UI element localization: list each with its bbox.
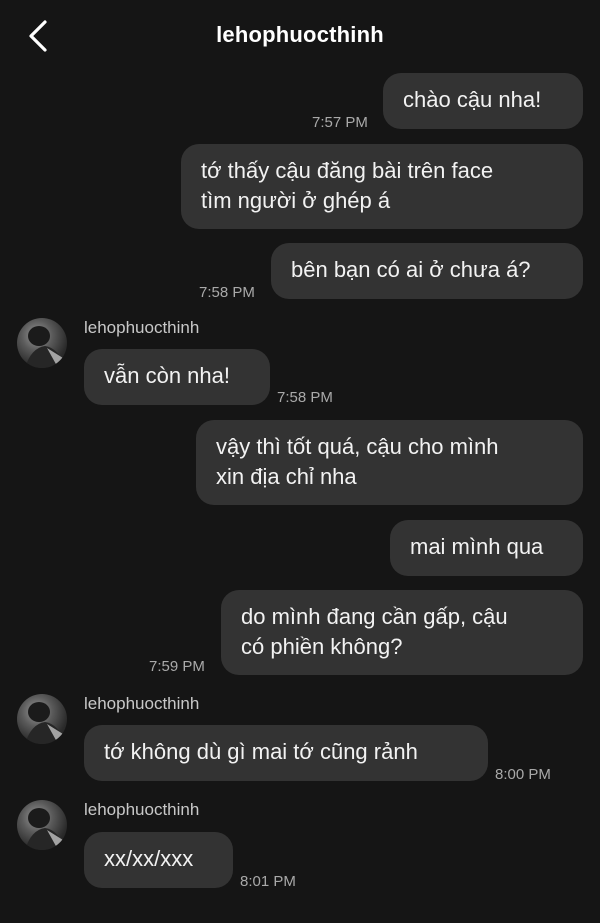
avatar-photo-icon — [25, 326, 65, 368]
message-timestamp: 7:58 PM — [277, 389, 333, 406]
message-timestamp: 8:00 PM — [495, 766, 551, 783]
incoming-message[interactable]: vẫn còn nha! — [84, 349, 270, 405]
outgoing-message[interactable]: do mình đang cần gấp, cậu có phiền không… — [221, 590, 583, 675]
message-timestamp: 7:58 PM — [199, 284, 255, 301]
avatar[interactable] — [17, 318, 67, 368]
outgoing-message[interactable]: vậy thì tốt quá, cậu cho mình xin địa ch… — [196, 420, 583, 505]
outgoing-message[interactable]: mai mình qua — [390, 520, 583, 576]
chat-header: lehophuocthinh — [0, 0, 600, 72]
outgoing-message[interactable]: bên bạn có ai ở chưa á? — [271, 243, 583, 299]
outgoing-message[interactable]: tớ thấy cậu đăng bài trên face tìm người… — [181, 144, 583, 229]
incoming-message[interactable]: tớ không dù gì mai tớ cũng rảnh — [84, 725, 488, 781]
avatar[interactable] — [17, 800, 67, 850]
sender-name: lehophuocthinh — [84, 318, 200, 337]
message-timestamp: 8:01 PM — [240, 873, 296, 890]
incoming-message[interactable]: xx/xx/xxx — [84, 832, 233, 888]
outgoing-message[interactable]: chào cậu nha! — [383, 73, 583, 129]
avatar-photo-icon — [25, 702, 65, 744]
avatar[interactable] — [17, 694, 67, 744]
message-timestamp: 7:57 PM — [312, 114, 368, 131]
sender-name: lehophuocthinh — [84, 800, 200, 819]
message-timestamp: 7:59 PM — [149, 658, 205, 675]
sender-name: lehophuocthinh — [84, 694, 200, 713]
chat-title: lehophuocthinh — [216, 22, 384, 47]
avatar-photo-icon — [25, 808, 65, 850]
